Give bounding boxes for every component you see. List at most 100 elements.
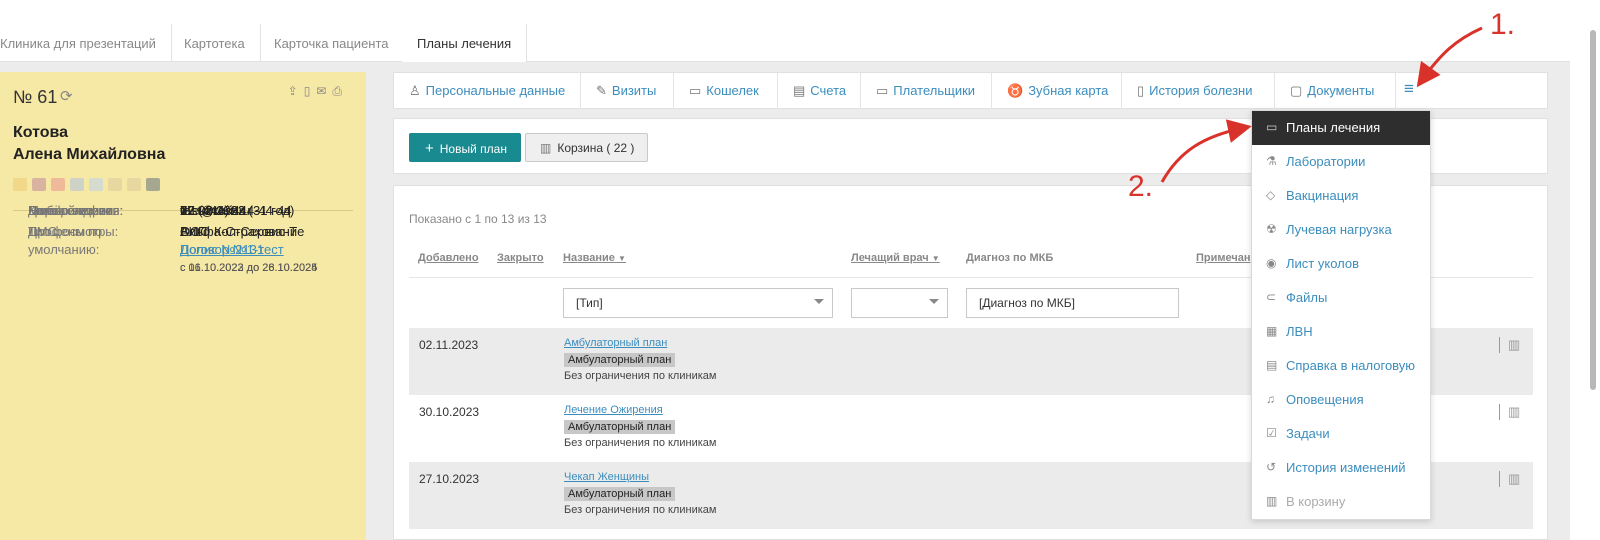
menu-item-tax-certificate[interactable]: ▤ Справка в налоговую <box>1252 349 1430 383</box>
menu-item-laboratories[interactable]: ⚗ Лаборатории <box>1252 145 1430 179</box>
tab-label: Зубная карта <box>1028 83 1109 98</box>
diagnosis-filter[interactable]: [Диагноз по МКБ] <box>966 288 1179 318</box>
tag-swatch[interactable] <box>146 178 160 191</box>
calendar-icon: ▭ <box>1266 120 1278 134</box>
menu-item-to-trash[interactable]: ▥ В корзину <box>1252 485 1430 519</box>
header-name-label: Название <box>563 252 615 264</box>
hamburger-menu-icon[interactable]: ≡ <box>1404 80 1422 99</box>
tag-swatch[interactable] <box>108 178 122 191</box>
breadcrumb-card-index[interactable]: Картотека <box>169 24 261 62</box>
checkup-contract-link[interactable]: Договор №1-тест <box>180 241 317 259</box>
header-added[interactable]: Добавлено <box>418 252 479 264</box>
row-note: Без ограничения по клиникам <box>564 437 717 449</box>
type-filter-value: [Тип] <box>576 296 603 310</box>
tab-invoices[interactable]: ▤ Счета <box>778 73 861 109</box>
breadcrumb: Клиника для презентаций Картотека Карточ… <box>0 0 1570 62</box>
patient-card: № 61 ⟳ ⇪▯✉⎙ Котова Алена Михайловна Дата… <box>0 72 366 540</box>
menu-item-history[interactable]: ↺ История изменений <box>1252 451 1430 485</box>
menu-label: Лист уколов <box>1286 256 1360 271</box>
menu-label: Планы лечения <box>1286 120 1381 135</box>
history-icon: ↺ <box>1266 460 1277 474</box>
menu-item-tasks[interactable]: ☑ Задачи <box>1252 417 1430 451</box>
breadcrumb-patient-card[interactable]: Карточка пациента <box>259 24 405 62</box>
print-icon[interactable]: ⎙ <box>332 84 348 98</box>
menu-item-radiation[interactable]: ☢ Лучевая нагрузка <box>1252 213 1430 247</box>
doctor-filter[interactable] <box>851 288 948 318</box>
mail-icon[interactable]: ✉ <box>316 84 332 98</box>
row-date: 27.10.2023 <box>419 472 480 486</box>
tag-swatch[interactable] <box>89 178 103 191</box>
tab-medical-history[interactable]: ▯ История болезни <box>1122 73 1275 109</box>
type-filter[interactable]: [Тип] <box>563 288 833 318</box>
trash-button[interactable]: ▥ Корзина ( 22 ) <box>525 133 648 162</box>
row-title-link[interactable]: Лечение Ожирения <box>564 404 663 416</box>
trash-label: Корзина ( 22 ) <box>557 141 635 155</box>
menu-item-lvn[interactable]: ▦ ЛВН <box>1252 315 1430 349</box>
tab-label: Документы <box>1307 83 1375 98</box>
share-icon[interactable]: ⇪ <box>288 84 304 98</box>
breadcrumb-clinic[interactable]: Клиника для презентаций <box>0 24 172 62</box>
checkbox-icon: ☑ <box>1266 426 1277 440</box>
more-menu: ▭ Планы лечения ⚗ Лаборатории ◇ Вакцинация … <box>1251 110 1431 520</box>
bell-icon: ♫ <box>1266 392 1275 406</box>
menu-item-injections[interactable]: ◉ Лист уколов <box>1252 247 1430 281</box>
diagnosis-filter-value: [Диагноз по МКБ] <box>979 296 1075 310</box>
menu-item-files[interactable]: ⊂ Файлы <box>1252 281 1430 315</box>
phone-icon[interactable]: ▯ <box>304 84 317 98</box>
scrollbar-thumb[interactable] <box>1590 30 1596 390</box>
chevron-down-icon <box>814 299 824 304</box>
sync-icon[interactable]: ⟳ <box>60 87 73 105</box>
tag-swatch[interactable] <box>127 178 141 191</box>
checkup-dates: с 01.10.2022 до 26.10.2024 <box>180 262 318 274</box>
tag-swatch[interactable] <box>13 178 27 191</box>
trash-icon[interactable]: ▥ <box>1499 337 1520 353</box>
tab-dental-chart[interactable]: ♉ Зубная карта <box>992 73 1122 109</box>
new-plan-button[interactable]: + Новый план <box>409 133 521 162</box>
annotation-step-1: 1. <box>1490 8 1516 41</box>
patient-tags <box>13 178 160 191</box>
header-doctor[interactable]: Лечащий врач ▼ <box>851 252 940 264</box>
menu-label: Вакцинация <box>1286 188 1359 203</box>
tab-label: Визиты <box>611 83 657 98</box>
row-note: Без ограничения по клиникам <box>564 370 717 382</box>
tab-payers[interactable]: ▭ Плательщики <box>861 73 992 109</box>
header-closed[interactable]: Закрыто <box>497 252 544 264</box>
checkup-company: ООО Кол-Сервис-Т <box>180 224 298 239</box>
patient-nav: ♙ Персональные данные ✎ Визиты ▭ Кошелек ▤ С… <box>393 72 1548 109</box>
trash-icon[interactable]: ▥ <box>1499 471 1520 487</box>
tooth-icon: ♉ <box>1007 83 1024 98</box>
tag-swatch[interactable] <box>51 178 65 191</box>
row-title-link[interactable]: Чекап Женщины <box>564 471 649 483</box>
menu-label: Лучевая нагрузка <box>1286 222 1392 237</box>
annotation-step-2: 2. <box>1128 170 1154 203</box>
patient-number: № 61 <box>13 87 58 107</box>
person-icon: ♙ <box>409 83 421 98</box>
tag-swatch[interactable] <box>32 178 46 191</box>
row-date: 30.10.2023 <box>419 405 480 419</box>
menu-label: ЛВН <box>1286 324 1313 339</box>
trash-icon: ▥ <box>1266 494 1278 508</box>
tab-personal-data[interactable]: ♙ Персональные данные <box>394 73 581 109</box>
patient-actions: ⇪▯✉⎙ <box>288 84 348 99</box>
sort-icon: ▼ <box>931 254 940 263</box>
menu-label: Справка в налоговую <box>1286 358 1416 373</box>
row-title-link[interactable]: Амбулаторный план <box>564 337 667 349</box>
trash-icon[interactable]: ▥ <box>1499 404 1520 420</box>
header-note[interactable]: Примечан <box>1196 252 1251 264</box>
menu-item-treatment-plans[interactable]: ▭ Планы лечения <box>1252 111 1430 145</box>
header-name[interactable]: Название ▼ <box>563 252 626 264</box>
breadcrumb-treatment-plans[interactable]: Планы лечения <box>402 24 528 62</box>
sort-icon: ▼ <box>618 254 626 263</box>
row-note: Без ограничения по клиникам <box>564 504 717 516</box>
clipboard-icon: ▯ <box>1137 83 1145 98</box>
radiation-icon: ☢ <box>1266 222 1277 236</box>
menu-item-notifications[interactable]: ♫ Оповещения <box>1252 383 1430 417</box>
menu-item-vaccination[interactable]: ◇ Вакцинация <box>1252 179 1430 213</box>
scrollbar[interactable] <box>1570 0 1600 540</box>
wallet-icon: ▭ <box>689 83 702 98</box>
tag-swatch[interactable] <box>70 178 84 191</box>
tab-visits[interactable]: ✎ Визиты <box>581 73 674 109</box>
tab-wallet[interactable]: ▭ Кошелек <box>674 73 778 109</box>
tab-documents[interactable]: ▢ Документы <box>1275 73 1396 109</box>
patient-firstname: Алена Михайловна <box>13 146 166 163</box>
